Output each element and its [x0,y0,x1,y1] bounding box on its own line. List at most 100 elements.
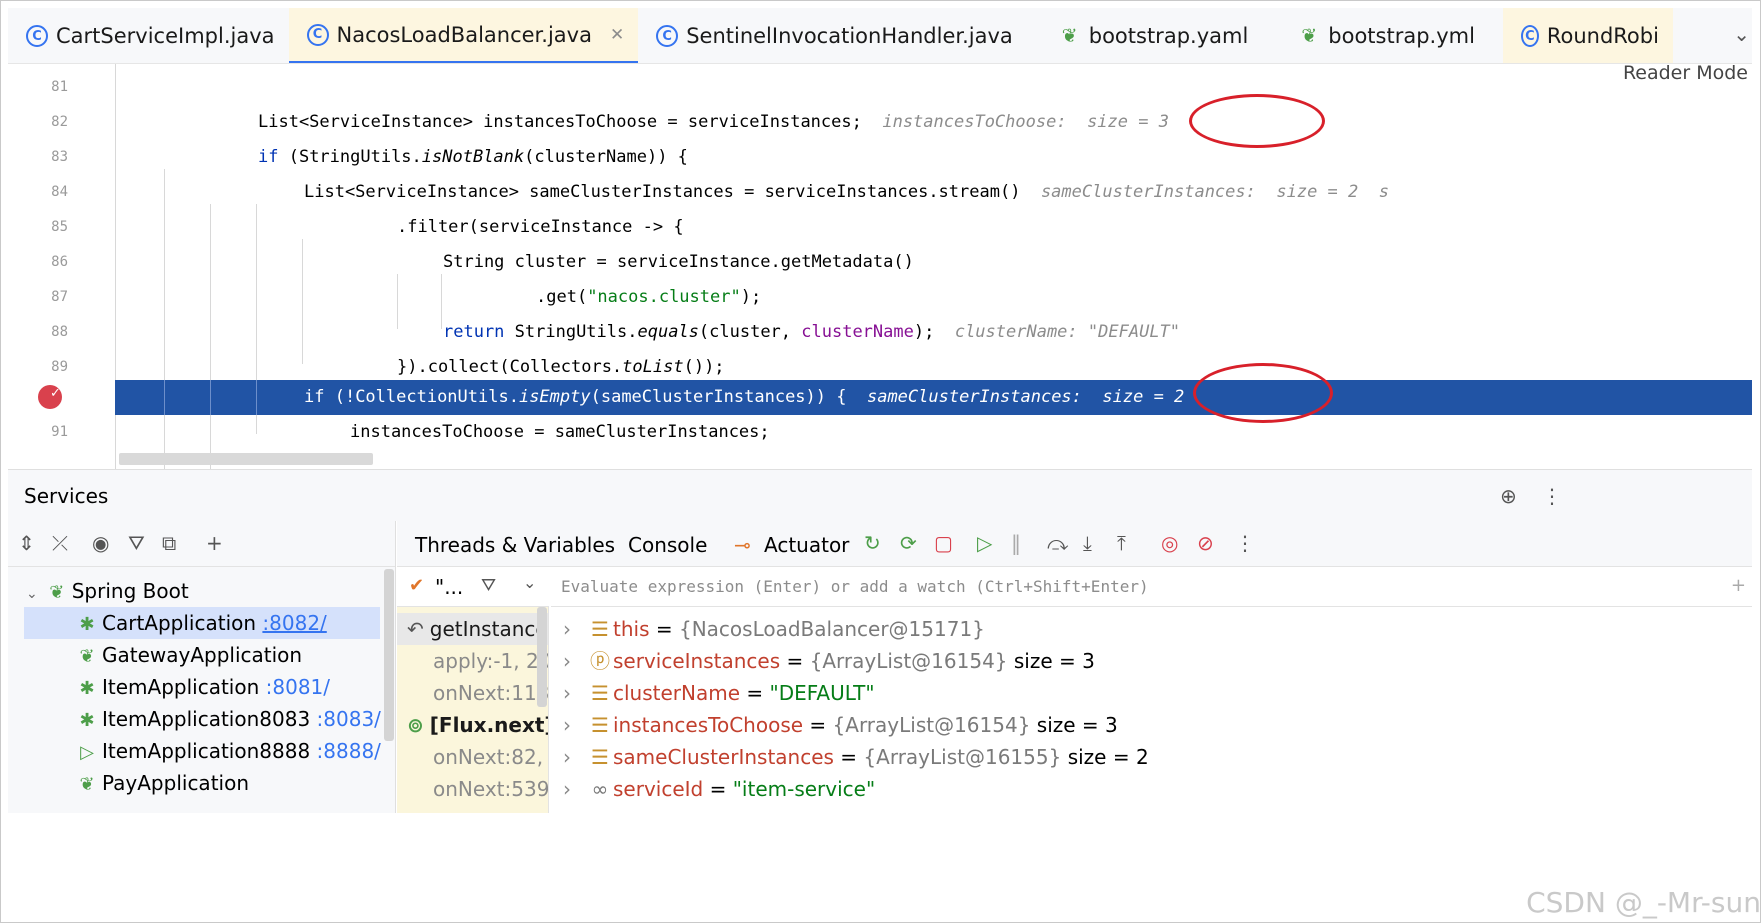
chevron-right-icon[interactable]: › [563,677,589,709]
vertical-scrollbar[interactable] [384,569,394,741]
watermark: CSDN @_-Mr-sun [1526,886,1761,919]
collapse-all-icon[interactable]: ⤫ [52,531,68,555]
close-icon[interactable]: ✕ [610,25,624,45]
tree-node-app[interactable]: ▷ ItemApplication8888 :8888/ [76,735,381,767]
tab-threads-variables[interactable]: Threads & Variables [415,533,615,557]
chevron-right-icon[interactable]: › [563,709,589,741]
vertical-scrollbar[interactable] [537,607,547,707]
port-link[interactable]: :8081/ [266,675,330,699]
panel-title: Services [24,484,109,508]
chevron-right-icon[interactable]: › [563,773,589,805]
actuator-icon: ⊸ [734,533,751,557]
chevron-right-icon[interactable]: › [563,645,589,677]
tab-sentinelinvocationhandler[interactable]: C SentinelInvocationHandler.java [638,8,1027,63]
variable-row[interactable]: › ☰ instancesToChoose = {ArrayList@16154} … [563,709,1118,741]
inline-value-hint: size = 2 [1276,182,1359,202]
frame-item[interactable]: onNext:113, F [397,677,548,709]
tab-cartserviceimpl[interactable]: C CartServiceImpl.java [8,8,289,63]
code-editor[interactable]: Reader Mode 81 82 List<ServiceInstance> … [8,64,1752,469]
tree-node-app[interactable]: ✱ ItemApplication :8081/ [76,671,330,703]
services-panel-header: Services ⊕ ⋮ [8,469,1752,521]
tree-node-app[interactable]: ✱ ItemApplication8083 :8083/ [76,703,381,735]
services-tree-pane: ⇕ ⤫ ◉ ⛛ ⧉ + ⌄ ❦ Spring Boot ✱ CartApplicati… [8,521,396,813]
class-icon: C [656,25,679,47]
step-into-icon[interactable]: ⤓ [1083,531,1092,555]
variable-row[interactable]: › ⓟ serviceInstances = {ArrayList@16154} s… [563,645,1095,677]
rerun-icon[interactable]: ↻ [864,531,881,555]
code-line: 88 return StringUtils.equals(cluster, cl… [51,322,1181,342]
frame-item[interactable]: onNext:82, M [397,741,548,773]
variable-row[interactable]: › ☰ this = {NacosLoadBalancer@15171} [563,613,985,645]
thread-selector[interactable]: ✔ "... ⛛ ⌄ [397,567,549,607]
return-icon: ↶ [407,617,424,641]
tab-console[interactable]: Console [628,533,707,557]
chevron-right-icon[interactable]: › [563,613,589,645]
horizontal-scrollbar[interactable] [119,453,373,465]
evaluate-expression-input[interactable]: Evaluate expression (Enter) or add a wat… [551,567,1752,607]
tab-bootstrap-yml[interactable]: ❦ bootstrap.yml [1280,8,1489,63]
more-icon[interactable]: ⋮ [1542,484,1562,508]
spring-boot-icon: ❦ [79,646,95,667]
eye-icon[interactable]: ◉ [92,531,109,555]
tree-node-app[interactable]: ❦ GatewayApplication [76,639,302,671]
tab-bootstrap-yaml[interactable]: ❦ bootstrap.yaml [1041,8,1263,63]
tree-node-spring-boot[interactable]: ⌄ ❦ Spring Boot [26,575,189,607]
services-toolbar: ⇕ ⤫ ◉ ⛛ ⧉ + [8,521,395,567]
yaml-icon: ❦ [1301,25,1318,47]
port-link[interactable]: :8083/ [317,707,381,731]
current-execution-line: if (!CollectionUtils.isEmpty(sameCluster… [8,376,1752,415]
frame-item[interactable]: ⊚ [Flux.next] [397,709,548,741]
inline-value-hint: sameClusterInstances: [1040,182,1256,202]
breakpoint-icon[interactable] [38,376,62,411]
view-breakpoints-icon[interactable]: ◎ [1161,531,1178,555]
more-icon[interactable]: ⋮ [1235,531,1255,555]
debugger-toolbar: Threads & Variables Console ⊸ Actuator ↻… [397,521,1752,567]
chevron-down-icon[interactable]: ⌄ [26,586,38,602]
inline-value-hint: "DEFAULT" [1087,322,1181,342]
tab-nacosloadbalancer[interactable]: C NacosLoadBalancer.java ✕ [288,8,639,63]
crosshair-icon[interactable]: ⊕ [1500,484,1517,508]
port-link[interactable]: :8082/ [262,611,326,635]
code-line: 91 instancesToChoose = sameClusterInstan… [51,422,770,442]
code-line: 86 String cluster = serviceInstance.getM… [51,252,914,272]
variable-row[interactable]: › ☰ clusterName = "DEFAULT" [563,677,875,709]
frame-item[interactable]: apply:-1, 208 [397,645,548,677]
filter-icon[interactable]: ⛛ [128,531,145,555]
frame-item[interactable]: onNext:539, [397,773,548,805]
chevron-down-icon[interactable]: ⌄ [1733,22,1750,46]
spring-boot-icon: ❦ [49,582,65,603]
variable-row[interactable]: › ☰ sameClusterInstances = {ArrayList@1615… [563,741,1149,773]
chevron-right-icon[interactable]: › [563,741,589,773]
inline-value-hint: size = 2 [1102,387,1185,407]
tree-node-app[interactable]: ❦ PayApplication [76,767,249,799]
step-over-icon[interactable]: ⤼ [1047,531,1068,555]
chevron-down-icon[interactable]: ⌄ [523,573,536,592]
stop-icon[interactable]: ▢ [934,531,953,555]
frame-item[interactable]: ↶ getInstanceR [397,613,548,645]
field-icon: ☰ [591,617,609,641]
mute-breakpoints-icon[interactable]: ⊘ [1197,531,1214,555]
watch-icon: ∞ [591,777,609,801]
check-icon: ✔ [409,575,425,596]
tree-node-app[interactable]: ✱ CartApplication :8082/ [76,607,326,639]
yaml-icon: ❦ [1061,25,1078,47]
inline-value-hint: sameClusterInstances: [866,387,1082,407]
add-icon[interactable]: + [206,531,223,555]
step-out-icon[interactable]: ⤒ [1117,531,1126,555]
tab-roundrobin[interactable]: C RoundRobi [1502,8,1673,63]
rerun-debug-icon[interactable]: ⟳ [900,531,917,555]
add-watch-icon[interactable]: + [1731,575,1746,596]
tab-actuator[interactable]: Actuator [764,533,849,557]
pause-icon[interactable]: ‖ [1011,531,1021,555]
async-icon: ⊚ [407,713,424,737]
variable-row[interactable]: › ∞ serviceId = "item-service" [563,773,875,805]
resume-icon[interactable]: ▷ [977,531,992,555]
port-link[interactable]: :8888/ [317,739,381,763]
code-line: 87 .get("nacos.cluster"); [51,287,762,307]
expand-all-icon[interactable]: ⇕ [18,531,35,555]
field-icon: ☰ [591,681,609,705]
filter-icon[interactable]: ⛛ [481,575,496,596]
code-line: 85 .filter(serviceInstance -> { [51,217,684,237]
code-line: 82 List<ServiceInstance> instancesToChoo… [51,112,1169,132]
new-tab-icon[interactable]: ⧉ [162,531,176,555]
